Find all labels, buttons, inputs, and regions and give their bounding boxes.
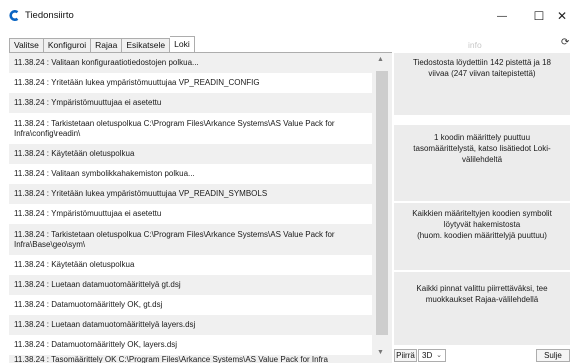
log-entry[interactable]: 11.38.24 : Luetaan datamuotomäärittelyä … [9,315,372,335]
status-message-surfaces: Kaikki pinnat valittu piirrettäväksi, te… [394,272,570,345]
mode-select-value: 3D [422,351,433,360]
chevron-down-icon: ⌄ [436,352,442,359]
tab-valitse[interactable]: Valitse [9,38,44,53]
log-entry[interactable]: 11.38.24 : Ympäristömuuttujaa ei asetett… [9,204,372,224]
tab-esikatsele[interactable]: Esikatsele [122,38,171,53]
window-title: Tiedonsiirto [25,10,74,21]
close-icon: ✕ [556,9,568,23]
log-entry[interactable]: 11.38.24 : Tarkistetaan oletuspolkua C:\… [9,224,372,255]
log-entry[interactable]: 11.38.24 : Ympäristömuuttujaa ei asetett… [9,93,372,113]
log-entry[interactable]: 11.38.24 : Yritetään lukea ympäristömuut… [9,184,372,204]
log-entry[interactable]: 11.38.24 : Datamuotomäärittely OK, gt.ds… [9,295,372,315]
mode-select[interactable]: 3D ⌄ [418,349,446,362]
scroll-up-icon[interactable]: ▲ [377,56,384,63]
minimize-icon: — [497,10,507,22]
log-entry[interactable]: 11.38.24 : Tarkistetaan oletuspolkua C:\… [9,113,372,144]
log-entry[interactable]: 11.38.24 : Valitaan konfiguraatiotiedost… [9,53,372,73]
log-entry[interactable]: 11.38.24 : Luetaan datamuotomäärittelyä … [9,275,372,295]
log-entry[interactable]: 11.38.24 : Valitaan symbolikkahakemiston… [9,164,372,184]
draw-button[interactable]: Piirrä [394,349,417,362]
status-message-codes: 1 koodin määrittely puuttuu tasomääritte… [394,125,570,201]
scroll-down-icon[interactable]: ▼ [377,349,384,356]
tab-konfiguroi[interactable]: Konfiguroi [43,38,92,53]
app-logo-icon [9,10,19,21]
tab-strip: Valitse Konfiguroi Rajaa Esikatsele Loki [9,36,195,53]
tab-loki[interactable]: Loki [170,36,195,53]
log-entry[interactable]: 11.38.24 : Datamuotomäärittely OK, layer… [9,335,372,355]
log-entry[interactable]: 11.38.24 : Käytetään oletuspolkua [9,255,372,275]
scroll-thumb[interactable] [376,71,388,335]
refresh-icon[interactable]: ⟳ [561,37,569,48]
status-message-points: Tiedostosta löydettiin 142 pistettä ja 1… [394,53,570,115]
log-entry[interactable]: 11.38.24 : Tasomäärittely OK C:\Program … [9,355,372,363]
log-entry[interactable]: 11.38.24 : Yritetään lukea ympäristömuut… [9,73,372,93]
close-window-button[interactable]: ✕ [542,0,576,32]
title-bar: Tiedonsiirto — ☐ ✕ [0,0,576,32]
tab-rajaa[interactable]: Rajaa [91,38,123,53]
log-scrollbar[interactable]: ▲ ▼ [372,53,392,363]
close-button[interactable]: Sulje [536,349,570,362]
log-list[interactable]: 11.38.24 : Valitaan konfiguraatiotiedost… [9,53,372,363]
log-entry[interactable]: 11.38.24 : Käytetään oletuspolkua [9,144,372,164]
minimize-button[interactable]: — [482,0,522,32]
status-message-symbols: Kaikkien määriteltyjen koodien symbolit … [394,203,570,270]
info-label: info [468,40,482,50]
